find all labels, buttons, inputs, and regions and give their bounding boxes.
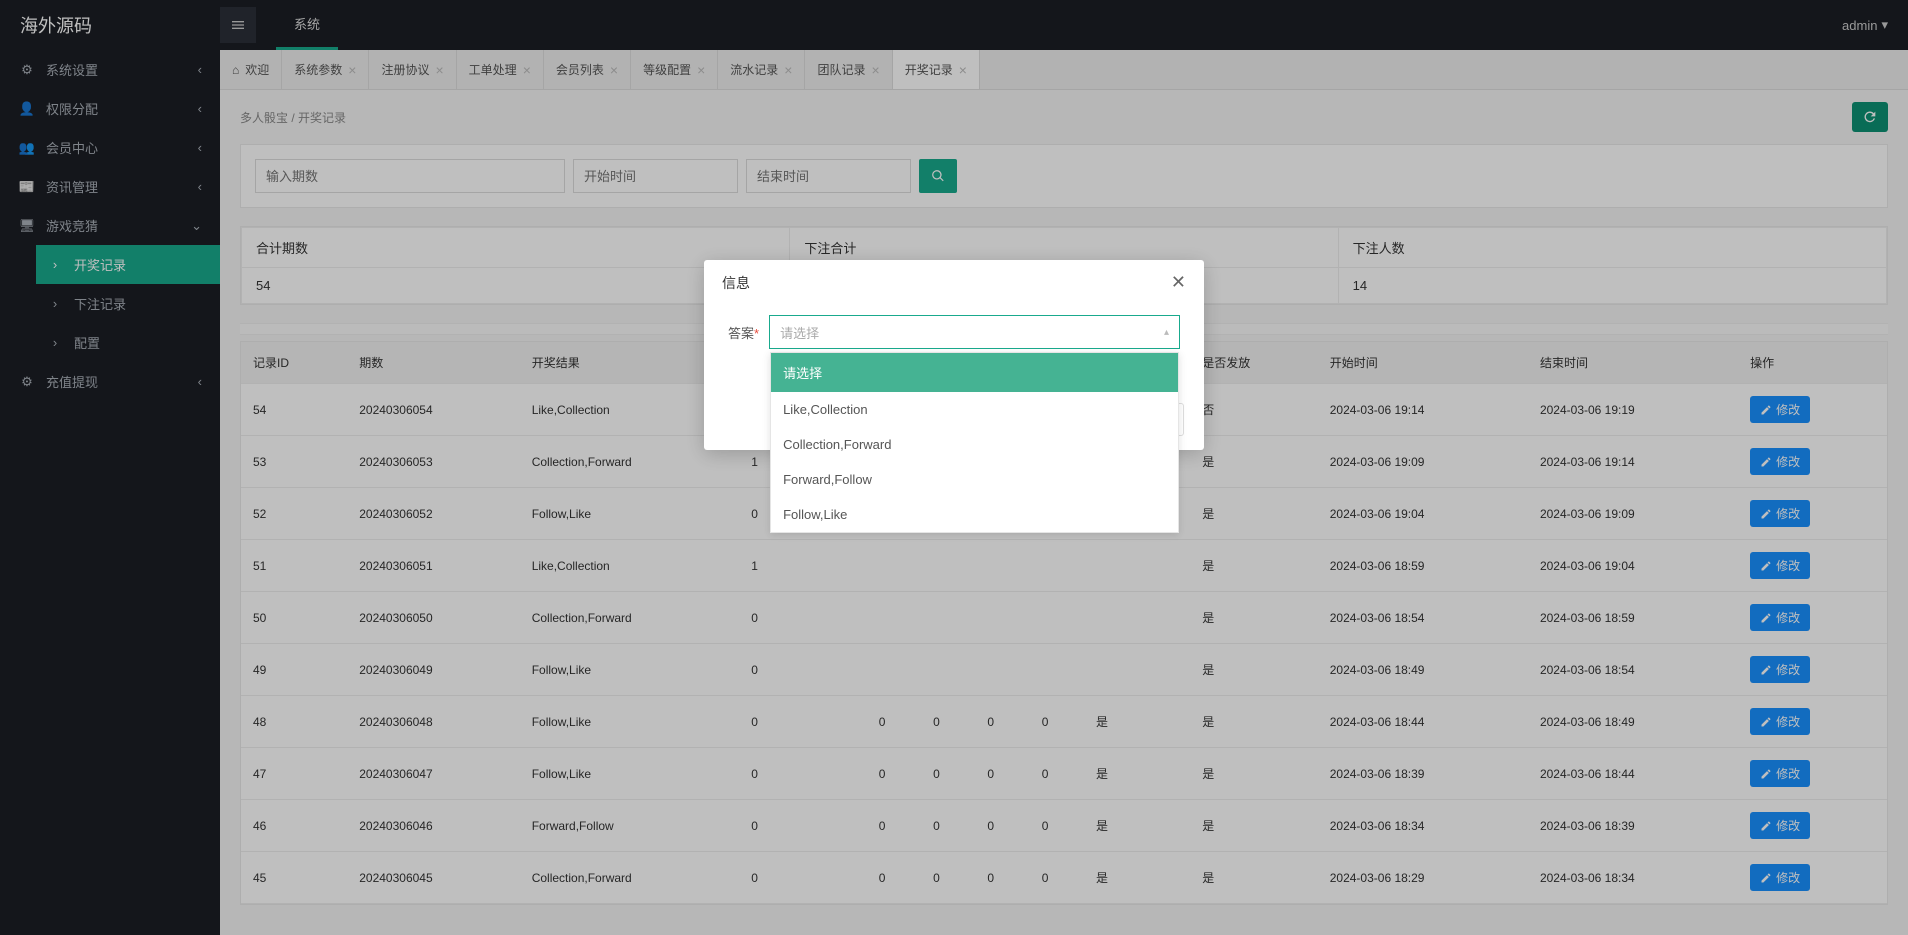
- caret-up-icon: ▴: [1164, 327, 1169, 338]
- select-placeholder: 请选择: [780, 323, 819, 342]
- dropdown-option[interactable]: 请选择: [771, 353, 1178, 392]
- dropdown-option[interactable]: Like,Collection: [771, 392, 1178, 427]
- modal-title: 信息: [722, 273, 750, 293]
- dropdown-option[interactable]: Forward,Follow: [771, 462, 1178, 497]
- answer-label: 答案*: [728, 323, 759, 342]
- answer-select[interactable]: 请选择 ▴ 请选择 Like,Collection Collection,For…: [769, 315, 1180, 349]
- modal-overlay[interactable]: 信息 ✕ 答案* 请选择 ▴ 请选择 Like,Collection Colle…: [0, 0, 1908, 935]
- answer-dropdown: 请选择 Like,Collection Collection,Forward F…: [770, 352, 1179, 533]
- dropdown-option[interactable]: Collection,Forward: [771, 427, 1178, 462]
- edit-modal: 信息 ✕ 答案* 请选择 ▴ 请选择 Like,Collection Colle…: [704, 260, 1204, 450]
- dropdown-option[interactable]: Follow,Like: [771, 497, 1178, 532]
- modal-close-button[interactable]: ✕: [1171, 272, 1186, 293]
